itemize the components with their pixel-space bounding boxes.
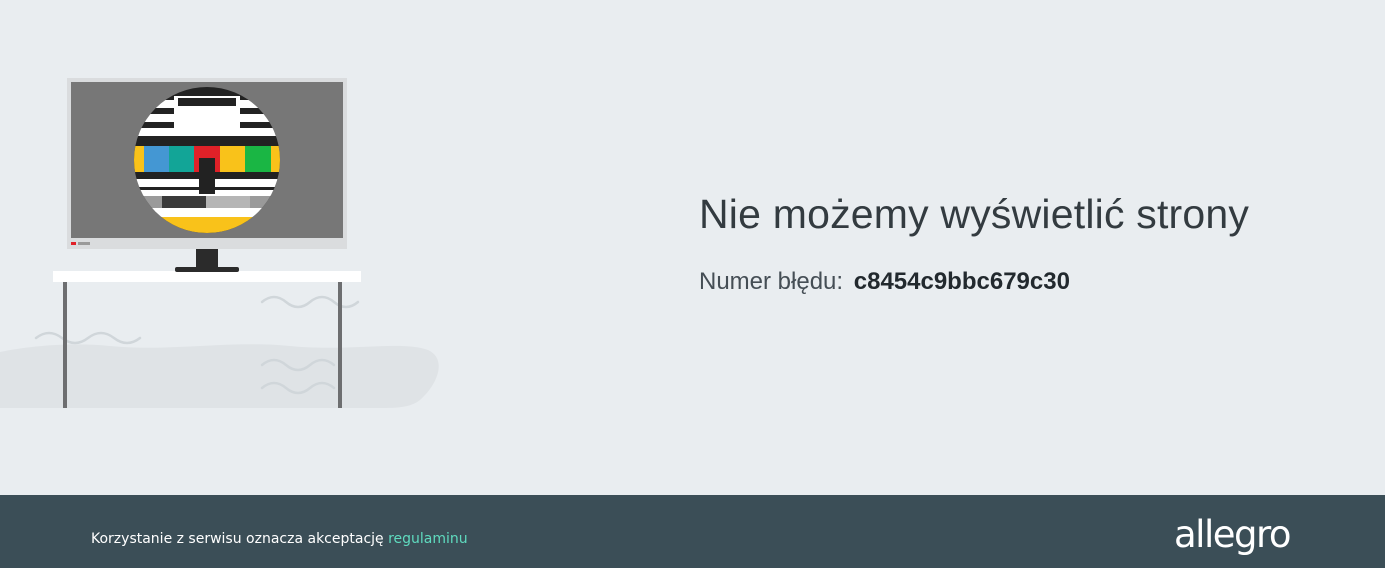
main-content: Nie możemy wyświetlić strony Numer błędu… xyxy=(0,0,1385,495)
tv-illustration xyxy=(0,70,445,415)
terms-link[interactable]: regulaminu xyxy=(388,531,468,547)
allegro-logo[interactable]: allegro xyxy=(1174,513,1292,557)
error-message: Nie możemy wyświetlić strony Numer błędu… xyxy=(699,186,1359,298)
terms-text: Korzystanie z serwisu oznacza akceptację xyxy=(91,531,384,547)
terms-notice: Korzystanie z serwisu oznacza akceptację… xyxy=(91,531,468,547)
error-code-label: Numer błędu: xyxy=(699,268,844,295)
error-code: c8454c9bbc679c30 xyxy=(853,268,1070,295)
error-title: Nie możemy wyświetlić strony xyxy=(699,191,1250,237)
error-code-line: Numer błędu: c8454c9bbc679c30 xyxy=(699,266,1359,298)
footer: Korzystanie z serwisu oznacza akceptację… xyxy=(0,495,1385,568)
